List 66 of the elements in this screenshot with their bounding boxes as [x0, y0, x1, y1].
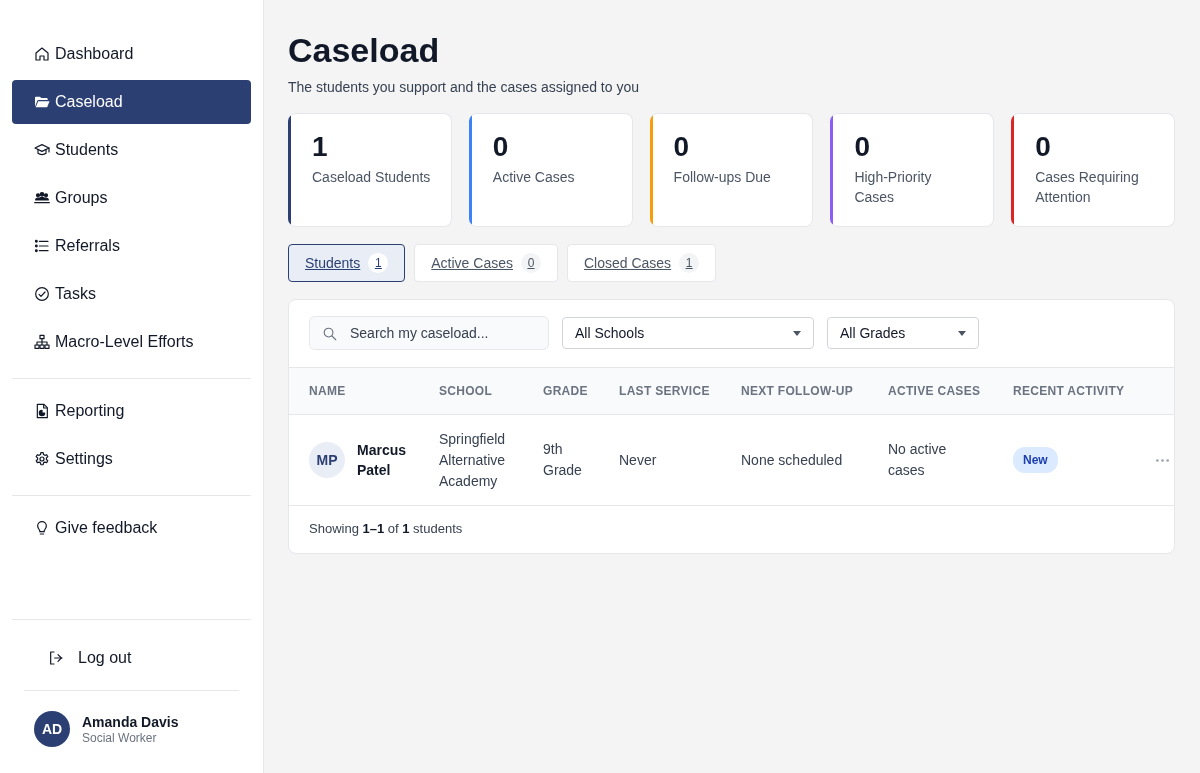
stat-value: 0: [492, 130, 510, 164]
user-avatar: AD: [34, 711, 70, 747]
folder-icon: [34, 94, 50, 110]
count-badge: 1: [679, 253, 700, 273]
page-subtitle: The students you support and the cases assigned to you: [288, 78, 640, 97]
hierarchy-icon: [34, 334, 50, 350]
list-icon: [34, 238, 50, 254]
count-badge: 0: [520, 253, 541, 273]
caret-icon: [958, 330, 966, 336]
stat-value: 0: [673, 130, 691, 164]
column-header: GRADE: [533, 367, 609, 415]
search-field[interactable]: Search my caseload...: [309, 316, 549, 350]
column-header: NAME: [289, 367, 429, 415]
results-summary: Showing 1–1 of 1 students: [308, 520, 464, 538]
logout-icon: [48, 650, 64, 666]
count-badge: 1: [368, 253, 389, 273]
graduation-cap-icon: [34, 142, 50, 158]
school-name: Springfield Alternative Academy: [439, 430, 506, 489]
search-icon: [322, 326, 337, 341]
dropdown-select[interactable]: All Grades: [827, 317, 979, 349]
nav-item[interactable]: Give feedback: [12, 506, 251, 550]
stat-label: Caseload Students: [312, 168, 431, 187]
grade-text: 9th Grade: [543, 441, 582, 478]
tab[interactable]: Students 1: [288, 244, 406, 282]
stat-label: Follow-ups Due: [673, 168, 771, 187]
tab[interactable]: Closed Cases 1: [566, 244, 717, 282]
page-title: Caseload: [288, 30, 441, 71]
stat-value: 1: [312, 130, 329, 164]
initials-avatar: MP: [309, 442, 345, 478]
nav-item[interactable]: Groups: [12, 176, 251, 220]
user-role: Social Worker: [82, 730, 158, 746]
file-chart-icon: [34, 403, 50, 419]
column-header: RECENT ACTIVITY: [1003, 367, 1140, 415]
logout-link[interactable]: Log out: [12, 636, 168, 680]
tab[interactable]: Active Cases 0: [414, 244, 558, 282]
nav-item[interactable]: Dashboard: [12, 32, 251, 76]
stat-label: High-Priority Cases: [854, 168, 933, 207]
home-icon: [34, 46, 50, 62]
people-group-icon: [34, 190, 50, 206]
stat-label: Active Cases: [492, 168, 575, 187]
gear-icon: [34, 451, 50, 467]
column-header: LAST SERVICE: [609, 367, 731, 415]
active-cases-text: No active cases: [888, 441, 947, 478]
student-name[interactable]: Marcus Patel: [357, 440, 419, 480]
column-header: ACTIVE CASES: [878, 367, 1003, 415]
stat-label: Cases Requiring Attention: [1035, 168, 1140, 207]
stat-value: 0: [854, 130, 871, 164]
caret-icon: [793, 330, 801, 336]
check-circle-icon: [34, 286, 50, 302]
nav-item[interactable]: Macro-Level Efforts: [12, 320, 251, 364]
activity-badge: New: [1013, 447, 1058, 473]
stat-value: 0: [1035, 130, 1052, 164]
nav-item[interactable]: Settings: [12, 437, 251, 481]
nav-item[interactable]: Caseload: [12, 80, 251, 124]
nav-item[interactable]: Students: [12, 128, 251, 172]
user-name: Amanda Davis: [82, 712, 179, 731]
nav-item[interactable]: Referrals: [12, 224, 251, 268]
more-icon[interactable]: [1156, 459, 1169, 463]
lightbulb-icon: [34, 520, 50, 536]
dropdown-select[interactable]: All Schools: [562, 317, 814, 349]
column-header: NEXT FOLLOW-UP: [731, 367, 878, 415]
nav-item[interactable]: Reporting: [12, 389, 251, 433]
nav-item[interactable]: Tasks: [12, 272, 251, 316]
follow-up-text: None scheduled: [741, 451, 843, 468]
last-service-text: Never: [619, 451, 657, 468]
column-header: SCHOOL: [429, 367, 533, 415]
